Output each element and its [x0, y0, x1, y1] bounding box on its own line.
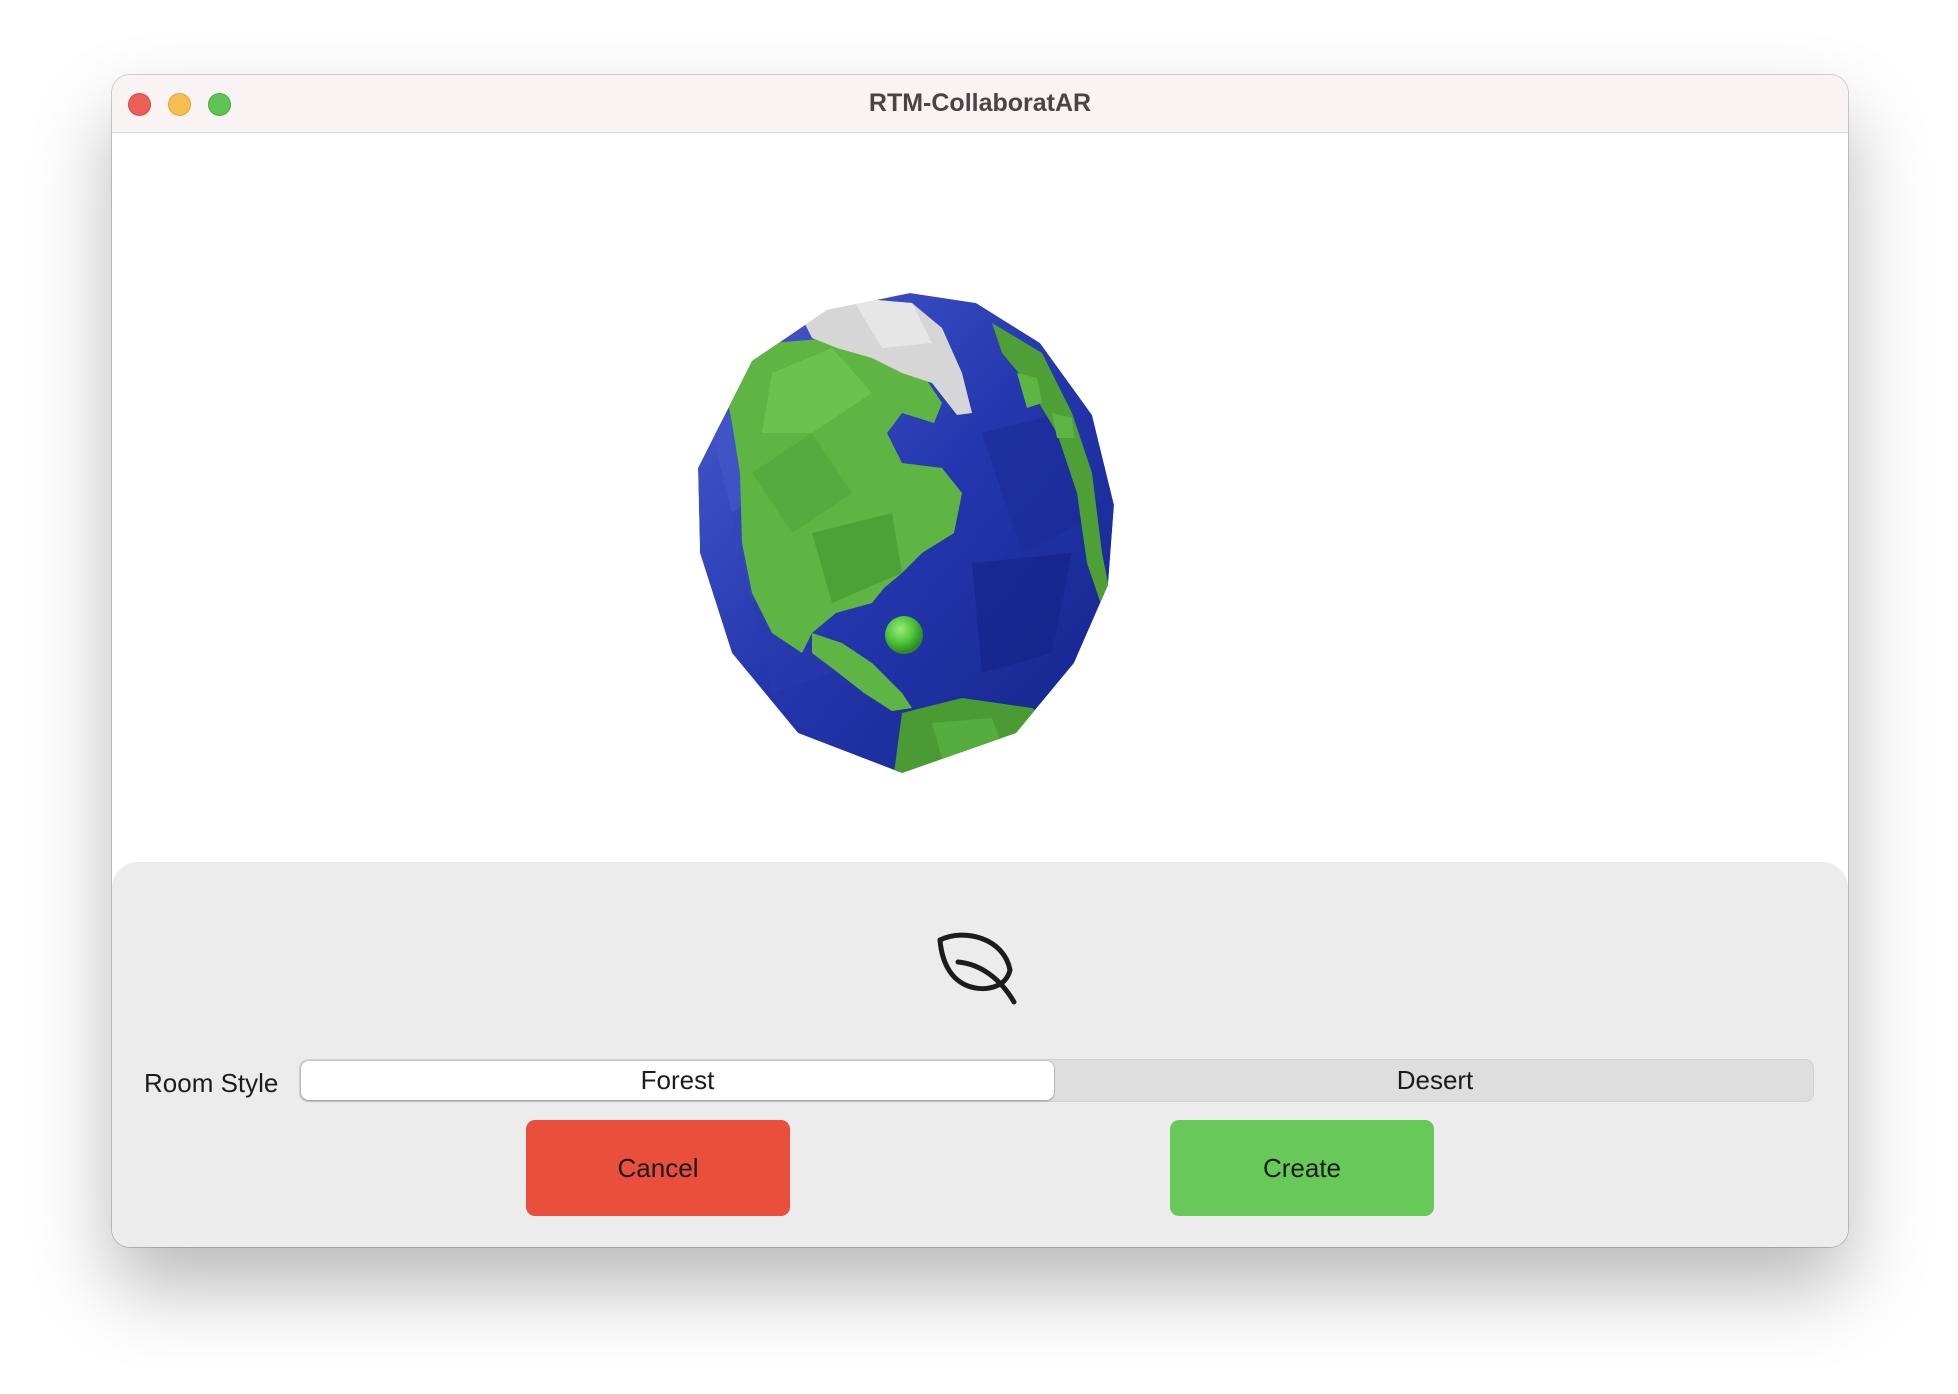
room-style-option-desert[interactable]: Desert — [1057, 1060, 1813, 1101]
ar-scene-view[interactable] — [112, 133, 1848, 863]
leaf-icon — [937, 932, 1017, 1005]
room-style-label: Room Style — [144, 1068, 279, 1098]
title-bar[interactable]: RTM-CollaboratAR — [112, 75, 1848, 133]
room-setup-panel: Room Style Forest Desert Cancel Create — [112, 862, 1848, 1247]
room-style-option-forest[interactable]: Forest — [301, 1061, 1054, 1100]
globe-model[interactable] — [112, 133, 1848, 863]
app-window: RTM-CollaboratAR Room Style Forest Deser… — [112, 75, 1848, 1247]
cancel-button[interactable]: Cancel — [526, 1120, 790, 1216]
window-title: RTM-CollaboratAR — [868, 89, 1092, 117]
room-style-segmented-control[interactable]: Forest Desert — [299, 1059, 1814, 1102]
create-button[interactable]: Create — [1170, 1120, 1434, 1216]
